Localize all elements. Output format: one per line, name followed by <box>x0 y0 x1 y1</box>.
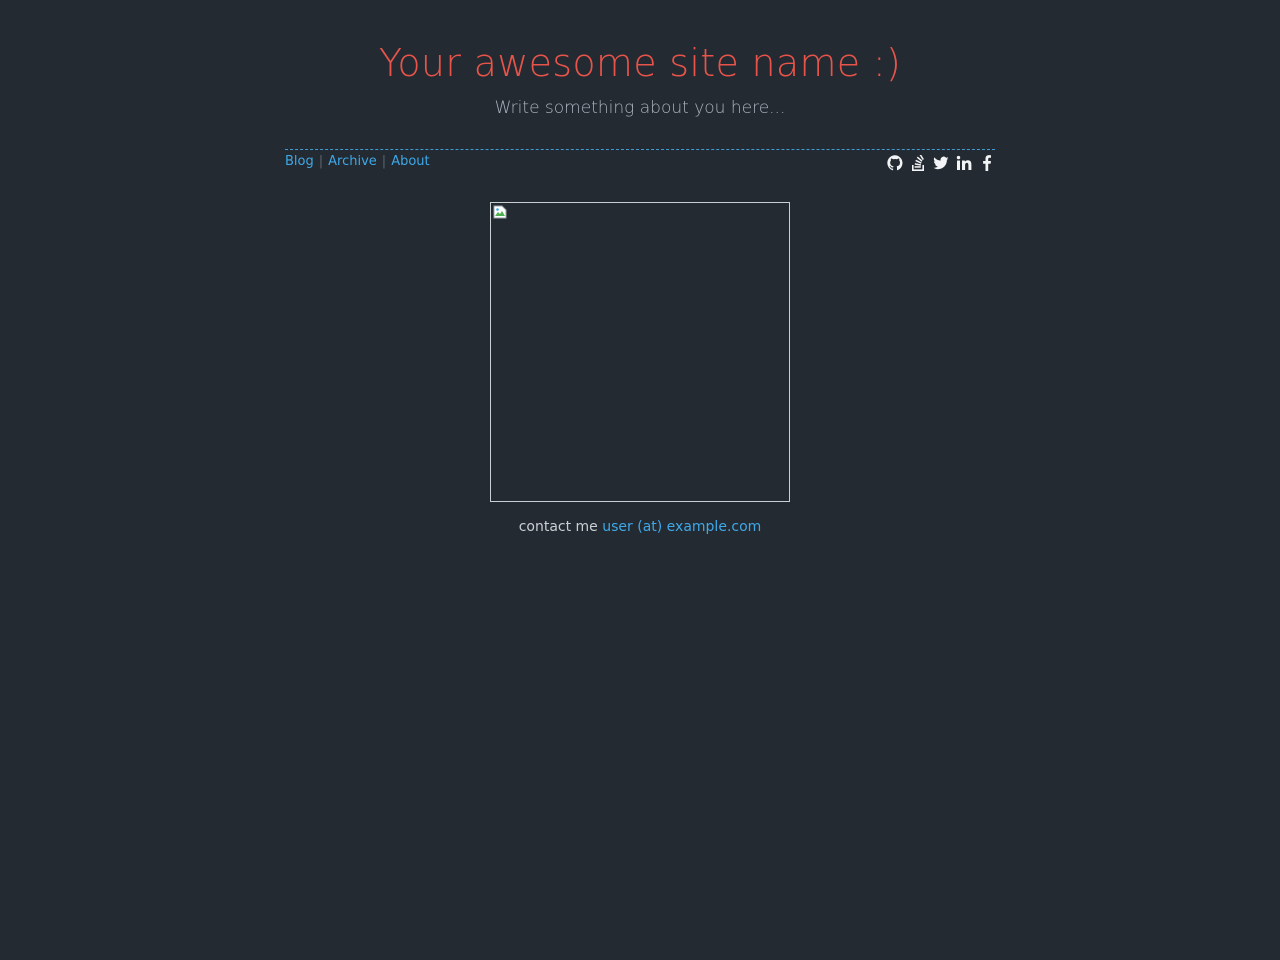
twitter-icon[interactable] <box>933 155 949 171</box>
contact-label: contact me <box>518 519 598 535</box>
nav-links: Blog | Archive | About <box>285 153 430 171</box>
nav-link-archive[interactable]: Archive <box>328 154 377 169</box>
nav-separator: | <box>318 154 324 169</box>
contact-line: contact me user (at) example.com <box>0 517 1280 537</box>
broken-image-icon <box>493 205 507 219</box>
nav-link-about[interactable]: About <box>391 154 429 169</box>
site-subtitle: Write something about you here... <box>494 98 786 118</box>
nav-bar: Blog | Archive | About <box>285 149 995 180</box>
contact-email-link[interactable]: user (at) example.com <box>602 519 761 535</box>
social-links <box>887 155 995 171</box>
avatar-image <box>490 202 790 502</box>
linkedin-icon[interactable] <box>956 155 972 171</box>
facebook-icon[interactable] <box>979 155 995 171</box>
site-title: Your awesome site name :) <box>378 41 902 85</box>
stackoverflow-icon[interactable] <box>910 155 926 171</box>
nav-separator: | <box>381 154 387 169</box>
nav-link-blog[interactable]: Blog <box>285 154 314 169</box>
github-icon[interactable] <box>887 155 903 171</box>
